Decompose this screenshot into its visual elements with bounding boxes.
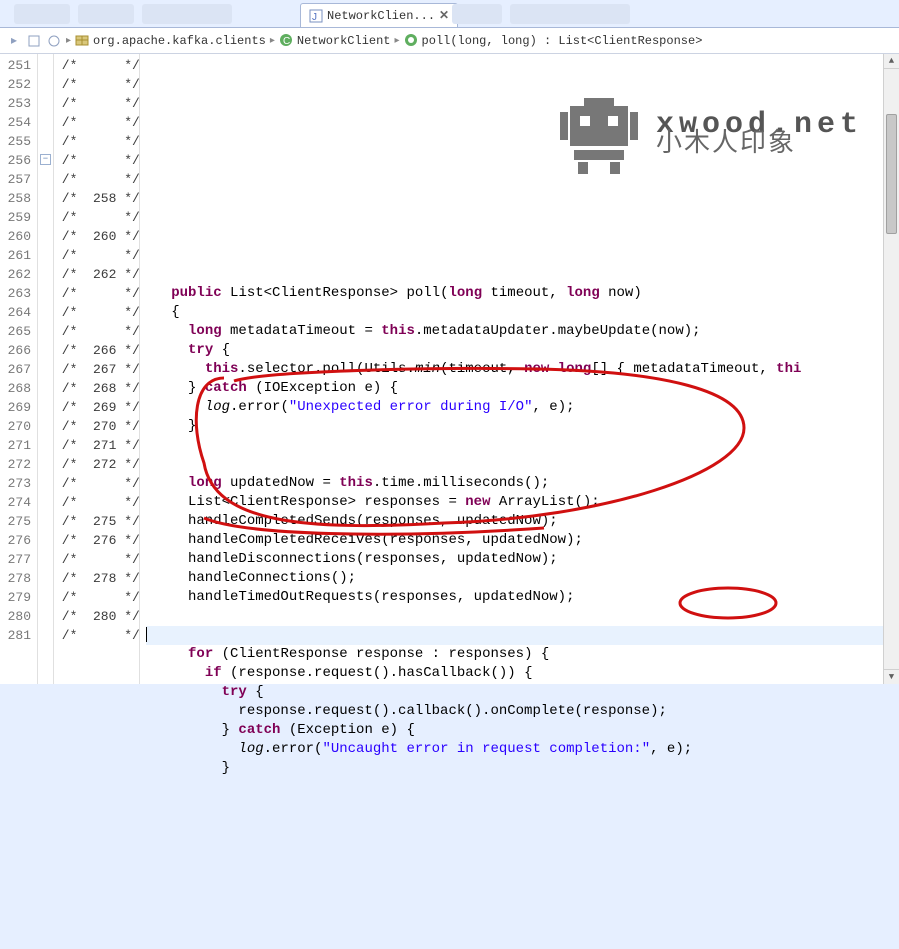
breadcrumb: ▸ ▸ org.apache.kafka.clients ▸ C Network… [0,28,899,54]
history-back-button[interactable]: ▸ [6,33,22,49]
method-icon [404,33,418,47]
fold-gutter[interactable]: − [38,54,54,684]
chevron-right-icon: ▸ [395,35,400,47]
inactive-tab[interactable] [14,4,70,24]
vertical-scrollbar[interactable]: ▲ ▼ [883,54,899,684]
java-file-icon: J [309,9,323,23]
class-icon: C [279,33,293,47]
inactive-tab[interactable] [142,4,232,24]
fold-toggle[interactable]: − [40,154,51,165]
close-icon[interactable]: ✕ [439,8,449,23]
breadcrumb-method[interactable]: poll(long, long) : List<ClientResponse> [422,34,703,48]
tab-label: NetworkClien... [327,9,435,23]
scroll-down-button[interactable]: ▼ [884,669,899,684]
code-area[interactable]: xwood.net 小木人印象 public List<ClientRespon… [140,54,899,684]
chevron-right-icon: ▸ [66,35,71,47]
coverage-gutter: /* */ /* */ /* */ /* */ /* */ /* */ /* *… [54,54,140,684]
watermark-subtitle: 小木人印象 [656,135,863,154]
chevron-right-icon: ▸ [270,35,275,47]
svg-text:J: J [312,12,317,23]
breadcrumb-package[interactable]: org.apache.kafka.clients [93,34,266,48]
svg-text:C: C [283,36,290,47]
editor-tab-active[interactable]: J NetworkClien... ✕ [300,3,458,27]
package-icon [75,33,89,47]
line-number-gutter: 2512522532542552562572582592602612622632… [0,54,38,684]
inactive-tab[interactable] [78,4,134,24]
scrollbar-thumb[interactable] [886,114,897,234]
inactive-tab[interactable] [510,4,630,24]
inactive-tab[interactable] [452,4,502,24]
code-editor[interactable]: 2512522532542552562572582592602612622632… [0,54,899,684]
editor-tab-bar: J NetworkClien... ✕ [0,0,899,28]
link-editor-icon[interactable] [26,33,42,49]
link-editor-icon[interactable] [46,33,62,49]
breadcrumb-class[interactable]: NetworkClient [297,34,391,48]
watermark-domain: xwood.net [656,116,863,135]
scroll-up-button[interactable]: ▲ [884,54,899,69]
